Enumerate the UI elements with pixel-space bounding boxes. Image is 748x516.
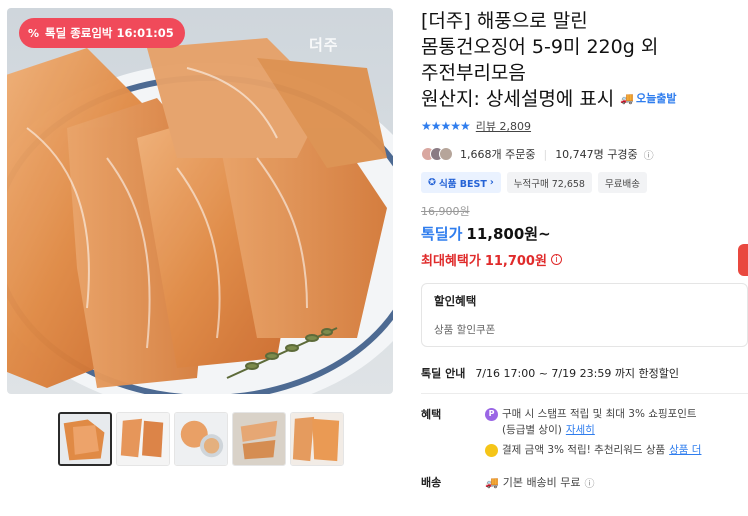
cumulative-purchase-tag: 누적구매 72,658 [506,172,592,193]
rating-row: ★★★★★ 리뷰 2,809 [421,118,748,134]
benefit-label: 혜택 [421,408,442,421]
discount-box[interactable]: 할인혜택 상품 할인쿠폰 [421,283,748,347]
chevron-right-icon: › [489,177,494,188]
shield-icon: ✪ [428,177,436,188]
thumbnail-4[interactable] [232,412,286,466]
max-benefit-price: 11,700원 [484,254,547,269]
more-products-link[interactable]: 상품 더 [669,442,701,458]
thumbnail-2[interactable] [116,412,170,466]
tag-list: ✪ 식품 BEST › 누적구매 72,658 무료배송 [421,172,748,193]
squid-photo [7,8,393,394]
side-floating-tab[interactable] [738,244,748,276]
free-shipping-tag: 무료배송 [597,172,647,193]
deal-countdown-text: 톡딜 종료임박 16:01:05 [45,26,174,40]
shipping-value: 기본 배송비 무료 [502,476,581,489]
percent-icon: % [28,26,40,40]
discount-title: 할인혜택 [434,294,477,308]
thumbnail-1[interactable] [58,412,112,466]
deal-price-label: 톡딜가 [421,225,463,243]
benefit-row: 혜택 P 구매 시 스탬프 적립 및 최대 3% 쇼핑포인트 (등급별 상이) 자세… [421,407,702,458]
shipping-label: 배송 [421,476,442,489]
details-link[interactable]: 자세히 [566,422,595,438]
main-product-image[interactable]: % 톡딜 종료임박 16:01:05 더주 [7,8,393,394]
deal-price: 11,800원~ [466,225,551,243]
max-benefit-row: 최대혜택가 11,700원 i [421,250,748,269]
info-icon[interactable]: i [550,254,562,265]
today-shipping-tag: 🚚 오늘출발 [620,86,676,112]
truck-icon: 🚚 [620,92,634,105]
thumbnail-list [58,412,344,466]
product-info-panel: [더주] 해풍으로 말린 몸통건오징어 5-9미 220g 외 주전부리모음 원… [421,8,748,490]
deal-info-row: 톡딜 안내 7/16 17:00 ~ 7/19 23:59 까지 한정할인 [421,365,748,381]
orders-count: 1,668개 주문중 [460,148,536,161]
review-count-link[interactable]: 리뷰 2,809 [476,118,531,134]
thumbnail-5[interactable] [290,412,344,466]
point-icon: P [485,407,498,421]
product-title: [더주] 해풍으로 말린 몸통건오징어 5-9미 220g 외 주전부리모음 원… [421,10,677,112]
deal-info-value: 7/16 17:00 ~ 7/19 23:59 까지 한정할인 [475,367,680,380]
card-icon [485,443,498,457]
original-price: 16,900원 [421,205,470,218]
shipping-row: 배송 🚚 기본 배송비 무료 ⓘ [421,474,748,490]
divider [421,393,748,394]
info-icon[interactable]: ⓘ [585,475,595,490]
viewers-count: 10,747명 구경중 [555,148,638,161]
deal-price-row: 톡딜가 11,800원~ [421,223,748,244]
food-best-tag[interactable]: ✪ 식품 BEST › [421,172,501,193]
deal-countdown-badge: % 톡딜 종료임박 16:01:05 [19,18,185,48]
info-icon[interactable]: ⓘ [644,147,654,162]
stats-row: 1,668개 주문중 | 10,747명 구경중 ⓘ [421,146,748,162]
star-rating: ★★★★★ [421,119,471,133]
buyer-avatars [421,147,453,161]
discount-subtitle: 상품 할인쿠폰 [434,324,496,336]
brand-watermark: 더주 [309,36,339,54]
deal-info-label: 톡딜 안내 [421,367,466,380]
max-benefit-label: 최대혜택가 [421,254,481,269]
thumbnail-3[interactable] [174,412,228,466]
truck-icon: 🚚 [485,475,499,489]
